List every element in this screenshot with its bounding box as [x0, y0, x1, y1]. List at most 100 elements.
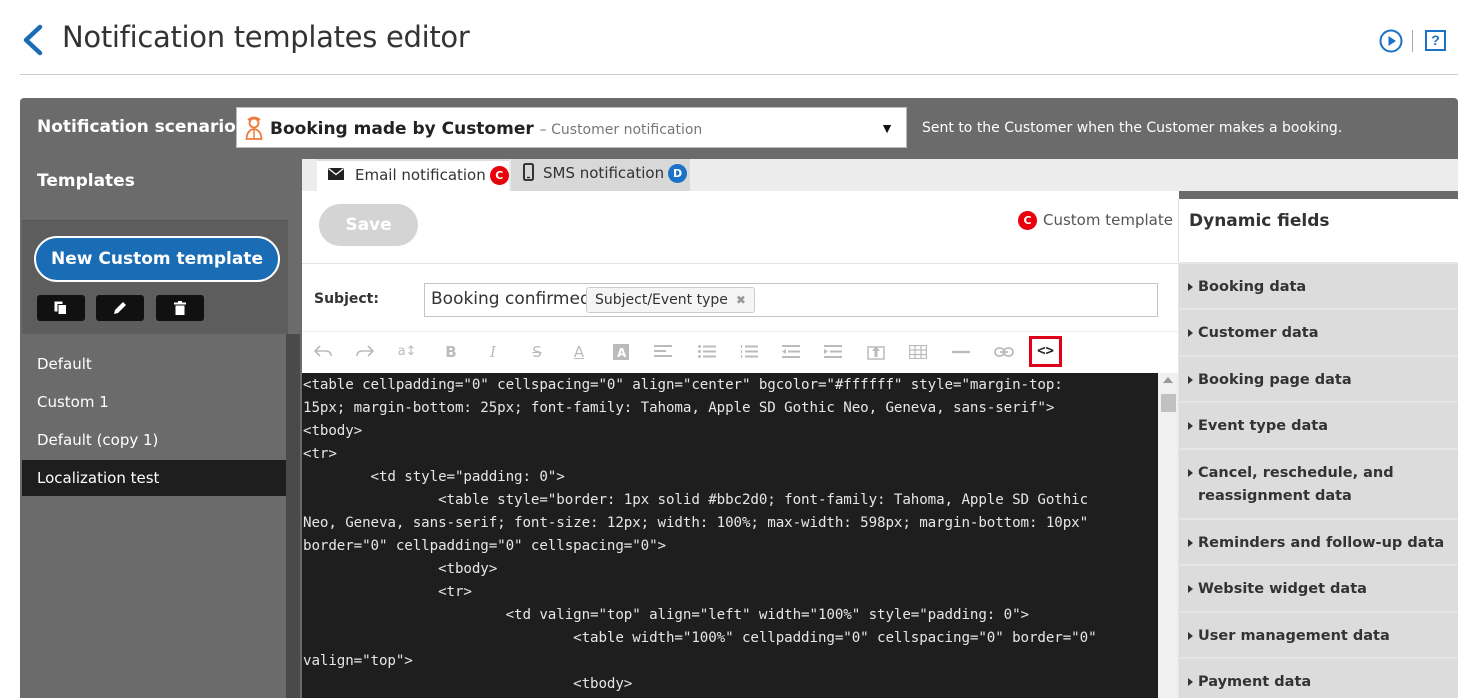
dynamic-group-booking-page-data[interactable]: Booking page data — [1179, 357, 1458, 401]
template-item-localization-test[interactable]: Localization test — [22, 460, 288, 496]
scenario-main-text: Booking made by Customer — [270, 119, 534, 139]
person-icon — [245, 116, 263, 140]
scenario-selected: Booking made by Customer – Customer noti… — [270, 119, 702, 139]
italic-icon[interactable]: I — [481, 340, 505, 364]
custom-badge: C — [1018, 211, 1037, 230]
tab-email-label: Email notification C — [355, 161, 509, 189]
text-color-icon[interactable]: A — [567, 340, 591, 364]
custom-badge: C — [489, 166, 509, 185]
edit-button[interactable] — [96, 295, 144, 321]
dynamic-group-cancel-reschedule-data[interactable]: Cancel, reschedule, and reassignment dat… — [1179, 450, 1458, 518]
strikethrough-icon[interactable]: S — [525, 340, 549, 364]
template-editor: Save C Custom template Subject: Booking c… — [302, 191, 1179, 698]
indent-icon[interactable] — [821, 340, 845, 364]
templates-sidebar: Templates New Custom template Default Cu… — [22, 159, 288, 698]
page-header: Notification templates editor ? — [0, 0, 1472, 76]
caret-down-icon: ▼ — [880, 120, 894, 136]
table-icon[interactable] — [906, 340, 930, 364]
outdent-icon[interactable] — [779, 340, 803, 364]
copy-button[interactable] — [37, 295, 85, 321]
link-icon[interactable] — [991, 340, 1015, 364]
chevron-left-icon[interactable] — [20, 24, 46, 56]
code-line: <tbody> — [303, 561, 498, 577]
code-line: <tr> — [303, 446, 337, 462]
subject-input[interactable]: Booking confirmed: Subject/Event type ✖ — [424, 283, 1158, 317]
code-line: <td style="padding: 0"> — [303, 469, 565, 485]
background-color-icon[interactable]: A — [609, 340, 633, 364]
tab-email-notification[interactable]: Email notification C — [317, 159, 509, 191]
sidebar-scrollbar[interactable] — [286, 334, 300, 698]
code-line: valign="top"> — [303, 653, 413, 669]
svg-text:A: A — [617, 346, 627, 360]
dynamic-group-reminders-data[interactable]: Reminders and follow-up data — [1179, 520, 1458, 564]
code-line: <tbody> — [303, 676, 633, 692]
editor-toolbar: a↕ B I S A A <> — [302, 336, 1179, 368]
new-custom-template-button[interactable]: New Custom template — [34, 236, 280, 282]
template-item-default-copy[interactable]: Default (copy 1) — [22, 422, 288, 458]
scenario-sub-text: – Customer notification — [539, 122, 703, 138]
font-size-icon[interactable]: a↕ — [395, 340, 419, 364]
play-circle-icon[interactable] — [1379, 29, 1403, 53]
dynamic-group-payment-data[interactable]: Payment data — [1179, 659, 1458, 698]
notification-tabs: Email notification C SMS notification D — [302, 159, 1458, 191]
scroll-up-arrow-icon[interactable] — [1163, 377, 1173, 383]
code-line: Neo, Geneva, sans-serif; font-size: 12px… — [303, 515, 1089, 531]
subject-dynamic-tag[interactable]: Subject/Event type ✖ — [586, 287, 755, 313]
insert-image-icon[interactable] — [864, 340, 888, 364]
horizontal-rule-icon[interactable] — [949, 340, 973, 364]
source-code-button[interactable]: <> — [1029, 336, 1062, 367]
default-badge: D — [668, 164, 688, 183]
sidebar-title: Templates — [37, 171, 135, 191]
template-item-custom-1[interactable]: Custom 1 — [22, 384, 288, 420]
code-line: border="0" cellpadding="0" cellspacing="… — [303, 538, 666, 554]
tab-sms-text: SMS notification — [543, 164, 665, 182]
code-line: <table cellpadding="0" cellspacing="0" a… — [303, 377, 1063, 393]
help-icon[interactable]: ? — [1425, 30, 1446, 51]
dynamic-group-event-type-data[interactable]: Event type data — [1179, 403, 1458, 448]
dynamic-group-booking-data[interactable]: Booking data — [1179, 264, 1458, 308]
sidebar-header: Templates — [22, 159, 288, 221]
template-type-indicator: C Custom template — [1018, 211, 1173, 230]
editor-frame: Notification scenario: Booking made by C… — [20, 98, 1458, 698]
copy-icon — [54, 301, 67, 315]
dynamic-group-user-management-data[interactable]: User management data — [1179, 613, 1458, 657]
dynamic-fields-panel: Dynamic fields Booking data Customer dat… — [1178, 199, 1458, 698]
code-line: 15px; margin-bottom: 25px; font-family: … — [303, 400, 1055, 416]
code-line: <td valign="top" align="left" width="100… — [303, 607, 1029, 623]
save-button[interactable]: Save — [319, 204, 418, 246]
dynamic-fields-header: Dynamic fields — [1178, 199, 1458, 262]
redo-icon[interactable] — [353, 340, 377, 364]
undo-icon[interactable] — [311, 340, 335, 364]
trash-icon — [174, 301, 186, 315]
divider — [302, 331, 1179, 332]
tab-sms-notification[interactable]: SMS notification D — [511, 159, 690, 191]
code-line: <table style="border: 1px solid #bbc2d0;… — [303, 492, 1089, 508]
custom-template-label: Custom template — [1043, 211, 1173, 229]
tab-email-text: Email notification — [355, 166, 486, 184]
bullet-list-icon[interactable] — [695, 340, 719, 364]
align-icon[interactable] — [651, 340, 675, 364]
code-line: <table width="100%" cellpadding="0" cell… — [303, 630, 1097, 646]
code-scrollbar[interactable] — [1158, 373, 1179, 698]
code-line: <tbody> — [303, 423, 363, 439]
subject-label: Subject: — [314, 291, 379, 307]
header-divider — [20, 74, 1458, 75]
pencil-icon — [114, 302, 126, 314]
html-source-editor[interactable]: <table cellpadding="0" cellspacing="0" a… — [302, 373, 1158, 698]
bold-icon[interactable]: B — [439, 340, 463, 364]
dynamic-group-customer-data[interactable]: Customer data — [1179, 310, 1458, 355]
scroll-thumb[interactable] — [1161, 394, 1176, 412]
divider — [302, 263, 1179, 264]
scenario-dropdown[interactable]: Booking made by Customer – Customer noti… — [236, 107, 907, 148]
envelope-icon — [328, 168, 344, 180]
remove-tag-icon[interactable]: ✖ — [736, 293, 746, 307]
page-title: Notification templates editor — [62, 20, 470, 54]
dynamic-group-website-widget-data[interactable]: Website widget data — [1179, 566, 1458, 611]
header-separator — [1412, 30, 1413, 52]
scenario-description: Sent to the Customer when the Customer m… — [922, 120, 1343, 136]
delete-button[interactable] — [156, 295, 204, 321]
numbered-list-icon[interactable] — [737, 340, 761, 364]
tab-sms-label: SMS notification D — [543, 159, 688, 187]
phone-icon — [523, 163, 534, 181]
template-item-default[interactable]: Default — [22, 346, 288, 382]
